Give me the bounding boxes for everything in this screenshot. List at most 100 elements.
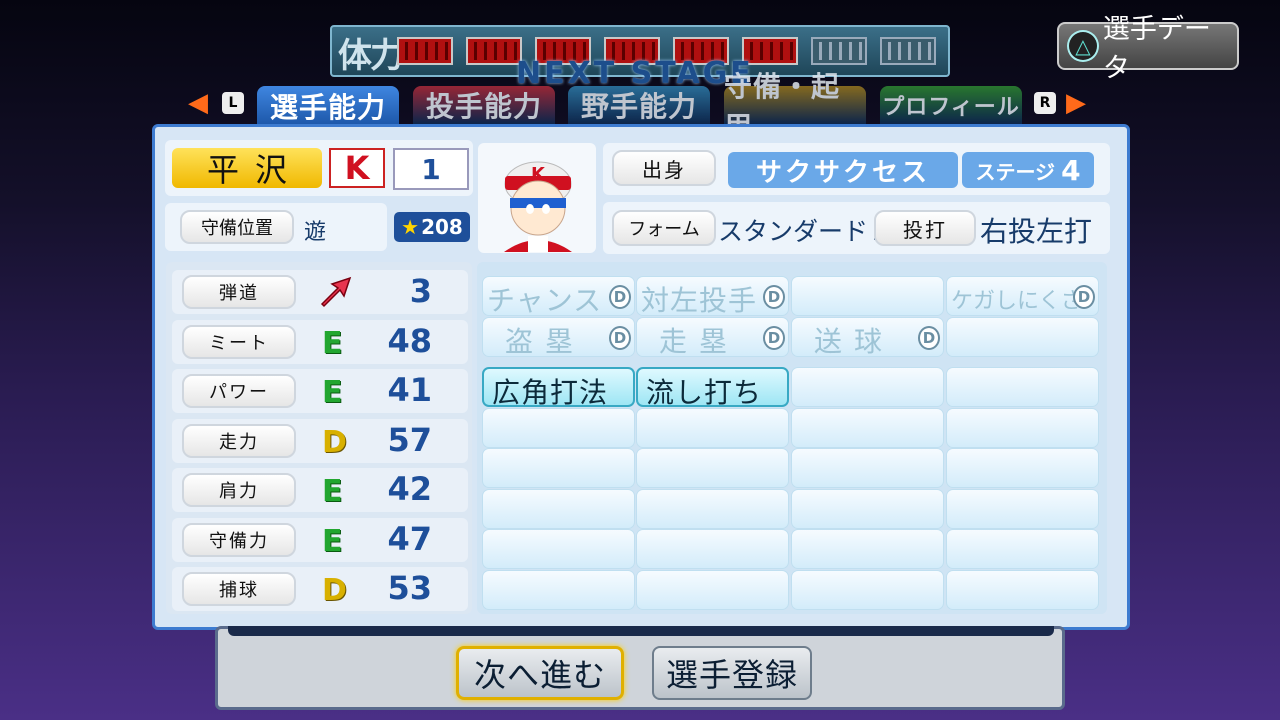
stamina-segment <box>397 37 453 65</box>
stamina-segment <box>880 37 936 65</box>
tab-fielding-ability[interactable]: 野手能力 <box>568 86 710 124</box>
tab-pitching-ability[interactable]: 投手能力 <box>413 86 555 124</box>
triangle-button-icon: △ <box>1067 30 1099 62</box>
ability-slot <box>946 367 1099 407</box>
ability-grade-icon: D <box>763 325 785 350</box>
ability-slot <box>946 569 1099 610</box>
uniform-number: 1 <box>393 148 469 190</box>
tab-profile[interactable]: プロフィール <box>880 86 1022 124</box>
stage-label: ステージ <box>975 159 1056 184</box>
ability-slot <box>946 488 1099 529</box>
stat-value: 42 <box>387 470 432 508</box>
ability-slot <box>946 407 1099 448</box>
ability-slot <box>791 488 944 529</box>
stat-value: 41 <box>387 371 432 409</box>
stat-row: 肩力 E 42 <box>172 468 468 512</box>
stat-value: 57 <box>387 420 432 459</box>
ability-slot <box>946 448 1099 488</box>
stat-value: 47 <box>387 519 432 558</box>
ability-slot <box>791 448 944 488</box>
ability-slot <box>946 529 1099 569</box>
ability-grade-icon: D <box>1073 285 1095 309</box>
position-value: 遊 <box>304 220 327 245</box>
stat-value: 3 <box>409 272 432 310</box>
trajectory-arrow-icon <box>318 276 352 312</box>
special-ability: 流し打ち <box>636 367 789 409</box>
ability-slot <box>636 448 789 488</box>
ability-slot: 送球 D <box>791 316 944 358</box>
ability-slot: チャンス D <box>482 276 635 317</box>
ability-slot <box>636 407 789 448</box>
ability-label: 送球 <box>814 324 895 358</box>
stat-rank: E <box>322 375 343 410</box>
ability-slot <box>791 407 944 448</box>
player-data-label: 選手データ <box>1102 14 1211 84</box>
ability-slot <box>482 569 635 610</box>
ability-slot: 盗塁 D <box>482 316 635 358</box>
ability-slot <box>482 448 635 488</box>
special-ability-label: 広角打法 <box>492 376 609 409</box>
stat-value: 48 <box>387 321 432 360</box>
ability-label: 盗塁 <box>505 324 586 358</box>
stat-row: 捕球 D 53 <box>172 567 468 611</box>
ability-slot <box>791 529 944 569</box>
stat-row: 走力 D 57 <box>172 418 468 463</box>
stat-row: ミート E 48 <box>172 319 468 364</box>
stat-label: パワー <box>182 374 296 408</box>
tab-next-arrow-icon[interactable]: ▶ <box>1066 88 1086 118</box>
ability-slot: 走塁 D <box>636 316 789 358</box>
stage-box: ステージ 4 <box>962 152 1094 188</box>
form-label: フォーム <box>612 210 716 246</box>
ability-slot <box>791 569 944 610</box>
origin-label: 出身 <box>612 150 716 186</box>
ability-slot <box>636 569 789 610</box>
bat-throw-label: 投打 <box>874 210 976 246</box>
form-value: スタンダード１ <box>718 217 894 246</box>
stat-rank: E <box>322 325 343 361</box>
ability-slot <box>636 529 789 569</box>
ability-slot <box>791 276 944 316</box>
ability-slot <box>636 488 789 529</box>
star-icon: ★ <box>401 215 420 239</box>
ability-slot <box>791 367 944 407</box>
stat-rank: D <box>322 424 347 460</box>
stat-rank: E <box>322 474 343 509</box>
ability-label: ケガしにくさ <box>951 289 1083 314</box>
stat-label: 走力 <box>182 423 296 458</box>
ability-slot <box>482 529 635 569</box>
ability-label: 対左投手 <box>641 284 758 317</box>
position-label: 守備位置 <box>180 210 294 244</box>
register-player-button[interactable]: 選手登録 <box>652 646 812 700</box>
stat-row: パワー E 41 <box>172 369 468 413</box>
overall-rating: 208 <box>421 215 463 239</box>
l-key-icon: L <box>222 92 244 114</box>
stat-label: 肩力 <box>182 473 296 507</box>
ability-slot <box>946 316 1099 357</box>
panel-shadow <box>228 626 1054 636</box>
ability-grade-icon: D <box>609 325 631 350</box>
tab-defense-usage[interactable]: 守備・起用 <box>724 70 866 143</box>
stat-rank: D <box>322 573 347 608</box>
ability-grade-icon: D <box>918 325 940 350</box>
stat-rank: E <box>322 523 343 559</box>
special-ability-label: 流し打ち <box>646 376 763 409</box>
player-data-button[interactable]: △ 選手データ <box>1057 14 1239 84</box>
stat-label: 守備力 <box>182 522 296 557</box>
player-avatar: K <box>504 161 572 252</box>
stage-number: 4 <box>1061 153 1081 187</box>
origin-value: サクサクセス <box>728 152 958 188</box>
overall-rating-badge: ★ 208 <box>394 212 470 242</box>
stamina-segment <box>811 37 867 65</box>
tab-prev-arrow-icon[interactable]: ◀ <box>188 88 208 118</box>
tab-batting-ability[interactable]: 選手能力 <box>257 86 399 126</box>
ability-slot: ケガしにくさ D <box>946 276 1099 316</box>
ability-slot: 対左投手 D <box>636 276 789 317</box>
r-key-icon: R <box>1034 92 1056 114</box>
next-button[interactable]: 次へ進む <box>456 646 624 700</box>
ability-label: 走塁 <box>659 324 740 358</box>
ability-label: チャンス <box>487 284 603 317</box>
player-name: 平沢 <box>172 148 322 189</box>
stat-row: 弾道 3 <box>172 270 468 314</box>
bat-throw-value: 右投左打 <box>980 215 1093 248</box>
stat-label: 弾道 <box>182 275 296 309</box>
